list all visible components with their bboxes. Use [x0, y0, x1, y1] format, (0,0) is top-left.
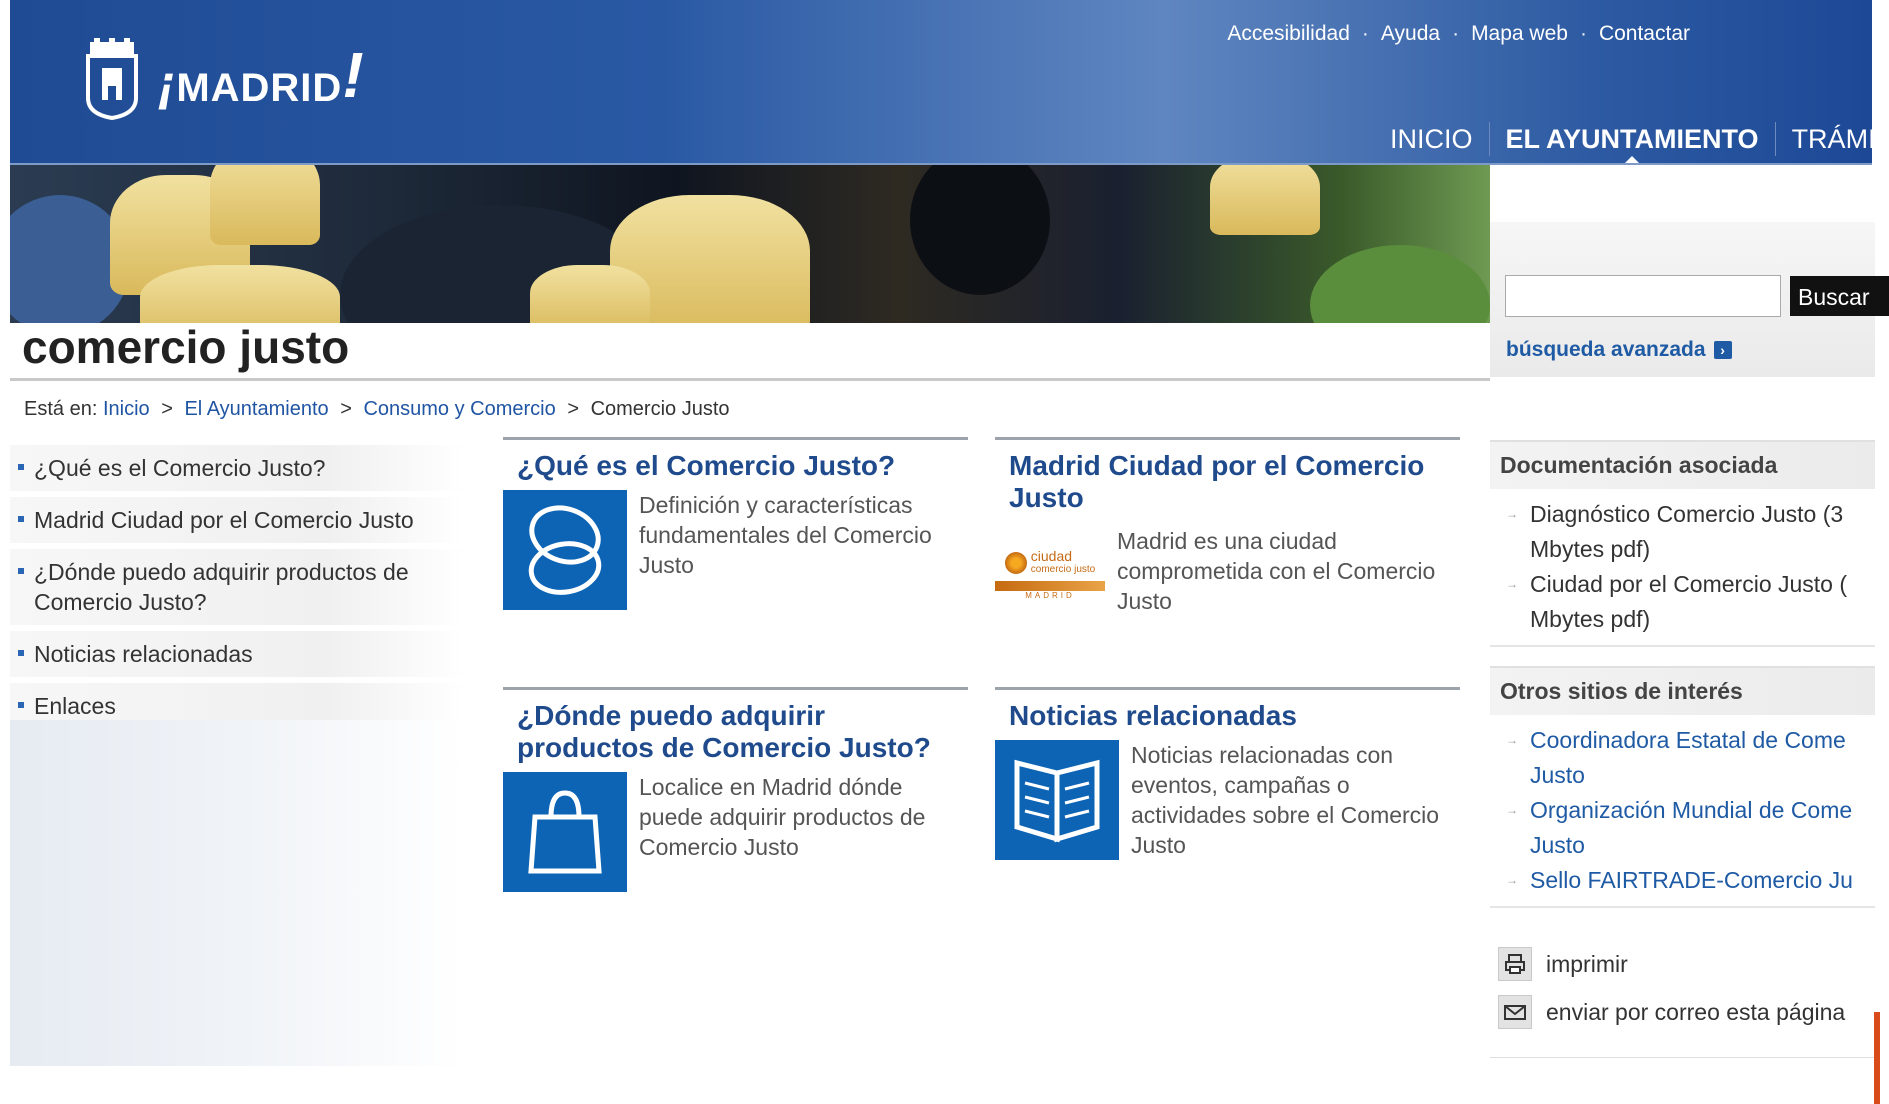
right-column-divider — [1490, 1057, 1875, 1058]
other-sites-panel: Otros sitios de interés Coordinadora Est… — [1490, 666, 1875, 908]
madrid-logo[interactable]: ¡MADRID! — [80, 38, 365, 120]
card-title[interactable]: Noticias relacionadas — [1009, 700, 1460, 732]
card-title[interactable]: ¿Qué es el Comercio Justo? — [517, 450, 968, 482]
left-nav-item-madrid-ciudad[interactable]: Madrid Ciudad por el Comercio Justo — [10, 497, 465, 543]
ayuda-link[interactable]: Ayuda — [1381, 22, 1440, 46]
nav-el-ayuntamiento[interactable]: EL AYUNTAMIENTO — [1490, 122, 1776, 165]
mapa-web-link[interactable]: Mapa web — [1471, 22, 1568, 46]
doc-item[interactable]: Ciudad por el Comercio Justo ( Mbytes pd… — [1490, 567, 1875, 637]
breadcrumb-el-ayuntamiento[interactable]: El Ayuntamiento — [184, 398, 328, 420]
search-input[interactable] — [1505, 275, 1781, 317]
breadcrumb: Está en: Inicio > El Ayuntamiento > Cons… — [24, 398, 730, 421]
breadcrumb-consumo-comercio[interactable]: Consumo y Comercio — [363, 398, 555, 420]
search-button[interactable]: Buscar — [1790, 276, 1889, 316]
logo-text: ¡MADRID! — [158, 39, 365, 113]
ciudad-comercio-justo-logo[interactable]: ciudad comercio justo MADRID — [995, 542, 1105, 606]
card-title[interactable]: ¿Dónde puedo adquirir productos de Comer… — [517, 700, 968, 764]
main-nav: INICIO EL AYUNTAMIENTO TRÁMI — [1380, 122, 1872, 165]
other-site-link[interactable]: Organización Mundial de Come Justo — [1490, 793, 1875, 863]
utility-links: Accesibilidad · Ayuda · Mapa web · Conta… — [1227, 22, 1690, 46]
hero-banner-image — [10, 165, 1490, 323]
breadcrumb-separator: > — [340, 398, 352, 420]
circles-icon[interactable] — [503, 490, 627, 610]
accesibilidad-link[interactable]: Accesibilidad — [1227, 22, 1350, 46]
left-nav-item-que-es[interactable]: ¿Qué es el Comercio Justo? — [10, 445, 465, 491]
card-madrid-ciudad: Madrid Ciudad por el Comercio Justo ciud… — [995, 437, 1460, 616]
card-description: Madrid es una ciudad comprometida con el… — [1117, 528, 1436, 614]
card-title[interactable]: Madrid Ciudad por el Comercio Justo — [1009, 450, 1460, 514]
envelope-icon — [1498, 995, 1532, 1029]
edge-accent-bar — [1874, 1012, 1880, 1104]
card-description: Noticias relacionadas con eventos, campa… — [1131, 742, 1440, 858]
breadcrumb-inicio[interactable]: Inicio — [103, 398, 150, 420]
other-site-link[interactable]: Sello FAIRTRADE-Comercio Ju — [1490, 863, 1875, 898]
card-description: Definición y características fundamental… — [639, 492, 932, 578]
left-nav: ¿Qué es el Comercio Justo? Madrid Ciudad… — [10, 445, 465, 735]
doc-item[interactable]: Diagnóstico Comercio Justo (3 Mbytes pdf… — [1490, 497, 1875, 567]
print-label: imprimir — [1546, 950, 1628, 977]
title-divider — [10, 378, 1490, 381]
documentation-panel: Documentación asociada Diagnóstico Comer… — [1490, 440, 1875, 647]
printer-icon — [1498, 947, 1532, 981]
print-action[interactable]: imprimir — [1498, 947, 1628, 981]
card-description: Localice en Madrid dónde puede adquirir … — [639, 774, 926, 860]
breadcrumb-separator: > — [567, 398, 579, 420]
separator-dot: · — [1579, 22, 1587, 45]
card-noticias: Noticias relacionadas Noticias relaciona… — [995, 687, 1460, 860]
advanced-search-link[interactable]: búsqueda avanzada › — [1506, 338, 1732, 362]
shopping-bag-icon[interactable] — [503, 772, 627, 892]
nav-tramites[interactable]: TRÁMI — [1776, 122, 1872, 156]
flower-icon — [1004, 551, 1027, 574]
page-title: comercio justo — [22, 321, 350, 373]
other-site-link[interactable]: Coordinadora Estatal de Come Justo — [1490, 723, 1875, 793]
open-book-icon[interactable] — [995, 740, 1119, 860]
left-nav-background — [10, 720, 465, 1066]
card-donde-adquirir: ¿Dónde puedo adquirir productos de Comer… — [503, 687, 968, 892]
arrow-right-icon: › — [1713, 341, 1732, 359]
site-header: ¡MADRID! Accesibilidad · Ayuda · Mapa we… — [10, 0, 1872, 165]
left-nav-item-donde-adquirir[interactable]: ¿Dónde puedo adquirir productos de Comer… — [10, 549, 465, 625]
contactar-link[interactable]: Contactar — [1599, 22, 1690, 46]
nav-inicio[interactable]: INICIO — [1380, 122, 1490, 156]
email-page-action[interactable]: enviar por correo esta página — [1498, 995, 1845, 1029]
card-que-es: ¿Qué es el Comercio Justo? Definición y … — [503, 437, 968, 610]
other-sites-title: Otros sitios de interés — [1490, 666, 1875, 715]
email-label: enviar por correo esta página — [1546, 998, 1846, 1025]
madrid-crest-icon — [86, 38, 138, 120]
breadcrumb-separator: > — [161, 398, 173, 420]
left-nav-item-noticias[interactable]: Noticias relacionadas — [10, 631, 465, 677]
documentation-title: Documentación asociada — [1490, 440, 1875, 489]
separator-dot: · — [1452, 22, 1460, 45]
separator-dot: · — [1361, 22, 1369, 45]
breadcrumb-prefix: Está en: — [24, 398, 98, 420]
breadcrumb-current: Comercio Justo — [590, 398, 730, 420]
